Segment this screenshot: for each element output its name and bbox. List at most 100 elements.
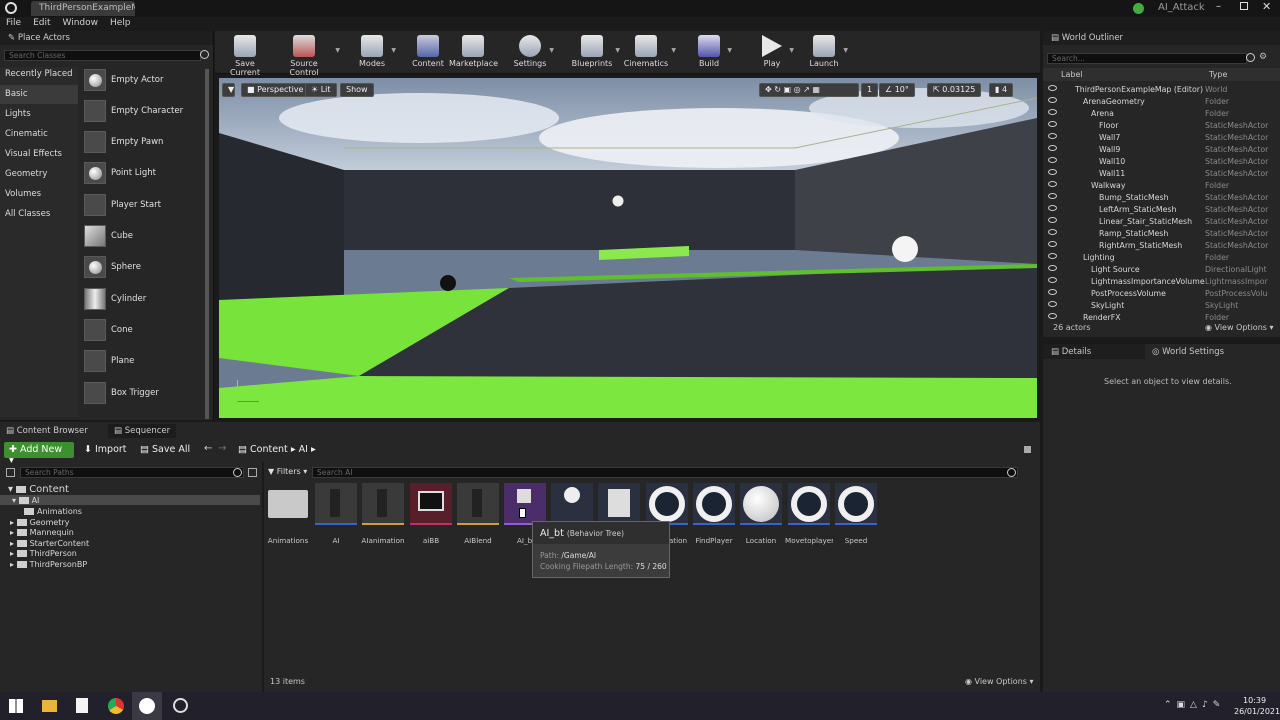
category-recently-placed[interactable]: Recently Placed: [0, 65, 78, 84]
eye-icon[interactable]: [1048, 169, 1057, 175]
outliner-row[interactable]: Light Source DirectionalLight: [1043, 264, 1280, 276]
actor-cube[interactable]: Cube: [82, 224, 202, 252]
category-basic[interactable]: Basic: [0, 85, 78, 104]
place-actors-tab[interactable]: ✎ Place Actors: [0, 31, 213, 45]
maximize-button[interactable]: [1240, 2, 1248, 10]
asset-ation[interactable]: [646, 483, 688, 525]
save-current-button[interactable]: Save Current: [219, 33, 271, 77]
chrome-icon[interactable]: [108, 698, 124, 714]
file-explorer-icon[interactable]: [42, 700, 57, 712]
rotation-snap-value[interactable]: ∠ 10°: [879, 83, 915, 97]
asset-aiblend[interactable]: [457, 483, 499, 525]
crumb-content[interactable]: Content: [250, 444, 288, 455]
notepad-icon[interactable]: [76, 698, 88, 713]
outliner-row[interactable]: Wall11 StaticMeshActor: [1043, 168, 1280, 180]
world-settings-tab[interactable]: ◎ World Settings: [1146, 344, 1246, 359]
asset-findplayer[interactable]: [693, 483, 735, 525]
lit-button[interactable]: ☀ Lit: [305, 83, 337, 97]
play-button[interactable]: Play ▼: [757, 33, 794, 73]
category-volumes[interactable]: Volumes: [0, 185, 78, 204]
blueprints-button[interactable]: Blueprints ▼: [571, 33, 620, 73]
outliner-row[interactable]: Arena Folder: [1043, 108, 1280, 120]
cinematics-button[interactable]: Cinematics ▼: [623, 33, 676, 73]
app-icon[interactable]: [173, 698, 188, 713]
back-arrow-icon[interactable]: ←: [204, 443, 212, 454]
search-assets-input[interactable]: Search AI: [312, 467, 1018, 478]
actor-cone[interactable]: Cone: [82, 318, 202, 346]
actor-plane[interactable]: Plane: [82, 349, 202, 377]
world-outliner-tab[interactable]: ▤ World Outliner: [1043, 31, 1280, 45]
build-button[interactable]: Build ▼: [693, 33, 732, 73]
asset-movetoplayer[interactable]: [788, 483, 830, 525]
category-cinematic[interactable]: Cinematic: [0, 125, 78, 144]
menu-file[interactable]: File: [0, 17, 27, 29]
tree-content[interactable]: ▾ Content: [8, 484, 69, 495]
camera-speed[interactable]: ▮ 4: [989, 83, 1014, 97]
category-lights[interactable]: Lights: [0, 105, 78, 124]
outliner-row[interactable]: RightArm_StaticMesh StaticMeshActor: [1043, 240, 1280, 252]
asset-location[interactable]: [740, 483, 782, 525]
outliner-row[interactable]: Floor StaticMeshActor: [1043, 120, 1280, 132]
eye-icon[interactable]: [1048, 313, 1057, 319]
asset-folder-animations[interactable]: [268, 490, 308, 518]
asset-ai-bt[interactable]: [504, 483, 546, 525]
tree-third-person[interactable]: ▸ ThirdPerson: [10, 549, 77, 559]
forward-arrow-icon[interactable]: →: [218, 443, 226, 454]
actor-point-light[interactable]: Point Light: [82, 161, 202, 189]
column-type[interactable]: Type: [1209, 70, 1227, 79]
outliner-row[interactable]: LeftArm_StaticMesh StaticMeshActor: [1043, 204, 1280, 216]
outliner-row[interactable]: ThirdPersonExampleMap (Editor) World: [1043, 84, 1280, 96]
actor-empty-pawn[interactable]: Empty Pawn: [82, 130, 202, 158]
sources-options-icon[interactable]: [248, 468, 257, 477]
eye-icon[interactable]: [1048, 157, 1057, 163]
asset-aianimation[interactable]: [362, 483, 404, 525]
outliner-row[interactable]: PostProcessVolume PostProcessVolu: [1043, 288, 1280, 300]
menu-window[interactable]: Window: [57, 17, 105, 29]
tree-mannequin[interactable]: ▸ Mannequin: [10, 528, 74, 538]
tray-icons[interactable]: ⌃▣△♪✎: [1164, 700, 1225, 710]
asset-task[interactable]: [598, 483, 640, 525]
close-button[interactable]: ✕: [1262, 0, 1271, 13]
eye-icon[interactable]: [1048, 277, 1057, 283]
marketplace-button[interactable]: Marketplace: [449, 33, 498, 73]
eye-icon[interactable]: [1048, 289, 1057, 295]
eye-icon[interactable]: [1048, 133, 1057, 139]
add-new-button[interactable]: ✚ Add New ▾: [4, 442, 74, 466]
lock-icon[interactable]: [1024, 446, 1031, 453]
eye-icon[interactable]: [1048, 193, 1057, 199]
source-control-button[interactable]: Source Control ▼: [275, 33, 340, 77]
outliner-row[interactable]: ArenaGeometry Folder: [1043, 96, 1280, 108]
eye-icon[interactable]: [1048, 109, 1057, 115]
windows-start-icon[interactable]: [9, 699, 23, 713]
save-all-button[interactable]: ▤ Save All: [140, 444, 190, 455]
eye-icon[interactable]: [1048, 121, 1057, 127]
eye-icon[interactable]: [1048, 253, 1057, 259]
eye-icon[interactable]: [1048, 265, 1057, 271]
import-button[interactable]: ⬇ Import: [84, 444, 127, 455]
show-button[interactable]: Show: [340, 83, 374, 97]
eye-icon[interactable]: [1048, 145, 1057, 151]
settings-icon[interactable]: ⚙: [1259, 52, 1267, 62]
category-all-classes[interactable]: All Classes: [0, 205, 78, 224]
crumb-ai[interactable]: AI: [299, 444, 308, 455]
outliner-row[interactable]: Lighting Folder: [1043, 252, 1280, 264]
outliner-row[interactable]: SkyLight SkyLight: [1043, 300, 1280, 312]
settings-button[interactable]: Settings ▼: [513, 33, 554, 73]
category-geometry[interactable]: Geometry: [0, 165, 78, 184]
grid-snap-value[interactable]: 1: [861, 83, 879, 97]
actor-sphere[interactable]: Sphere: [82, 255, 202, 283]
search-classes-input[interactable]: Search Classes: [4, 50, 201, 61]
launch-button[interactable]: Launch ▼: [807, 33, 848, 73]
sources-toggle-icon[interactable]: [6, 468, 15, 477]
outliner-row[interactable]: Wall10 StaticMeshActor: [1043, 156, 1280, 168]
transform-tools[interactable]: ✥ ↻ ▣ ◎ ↗ ▦: [759, 83, 859, 97]
asset-ai[interactable]: [315, 483, 357, 525]
perspective-button[interactable]: ■ Perspective: [241, 83, 310, 97]
asset-pawn[interactable]: [551, 483, 593, 525]
actor-empty-character[interactable]: Empty Character: [82, 99, 202, 127]
cb-view-options[interactable]: ◉ View Options ▾: [965, 677, 1034, 686]
outliner-row[interactable]: Bump_StaticMesh StaticMeshActor: [1043, 192, 1280, 204]
eye-icon[interactable]: [1048, 301, 1057, 307]
column-label[interactable]: Label: [1061, 70, 1083, 79]
eye-icon[interactable]: [1048, 241, 1057, 247]
